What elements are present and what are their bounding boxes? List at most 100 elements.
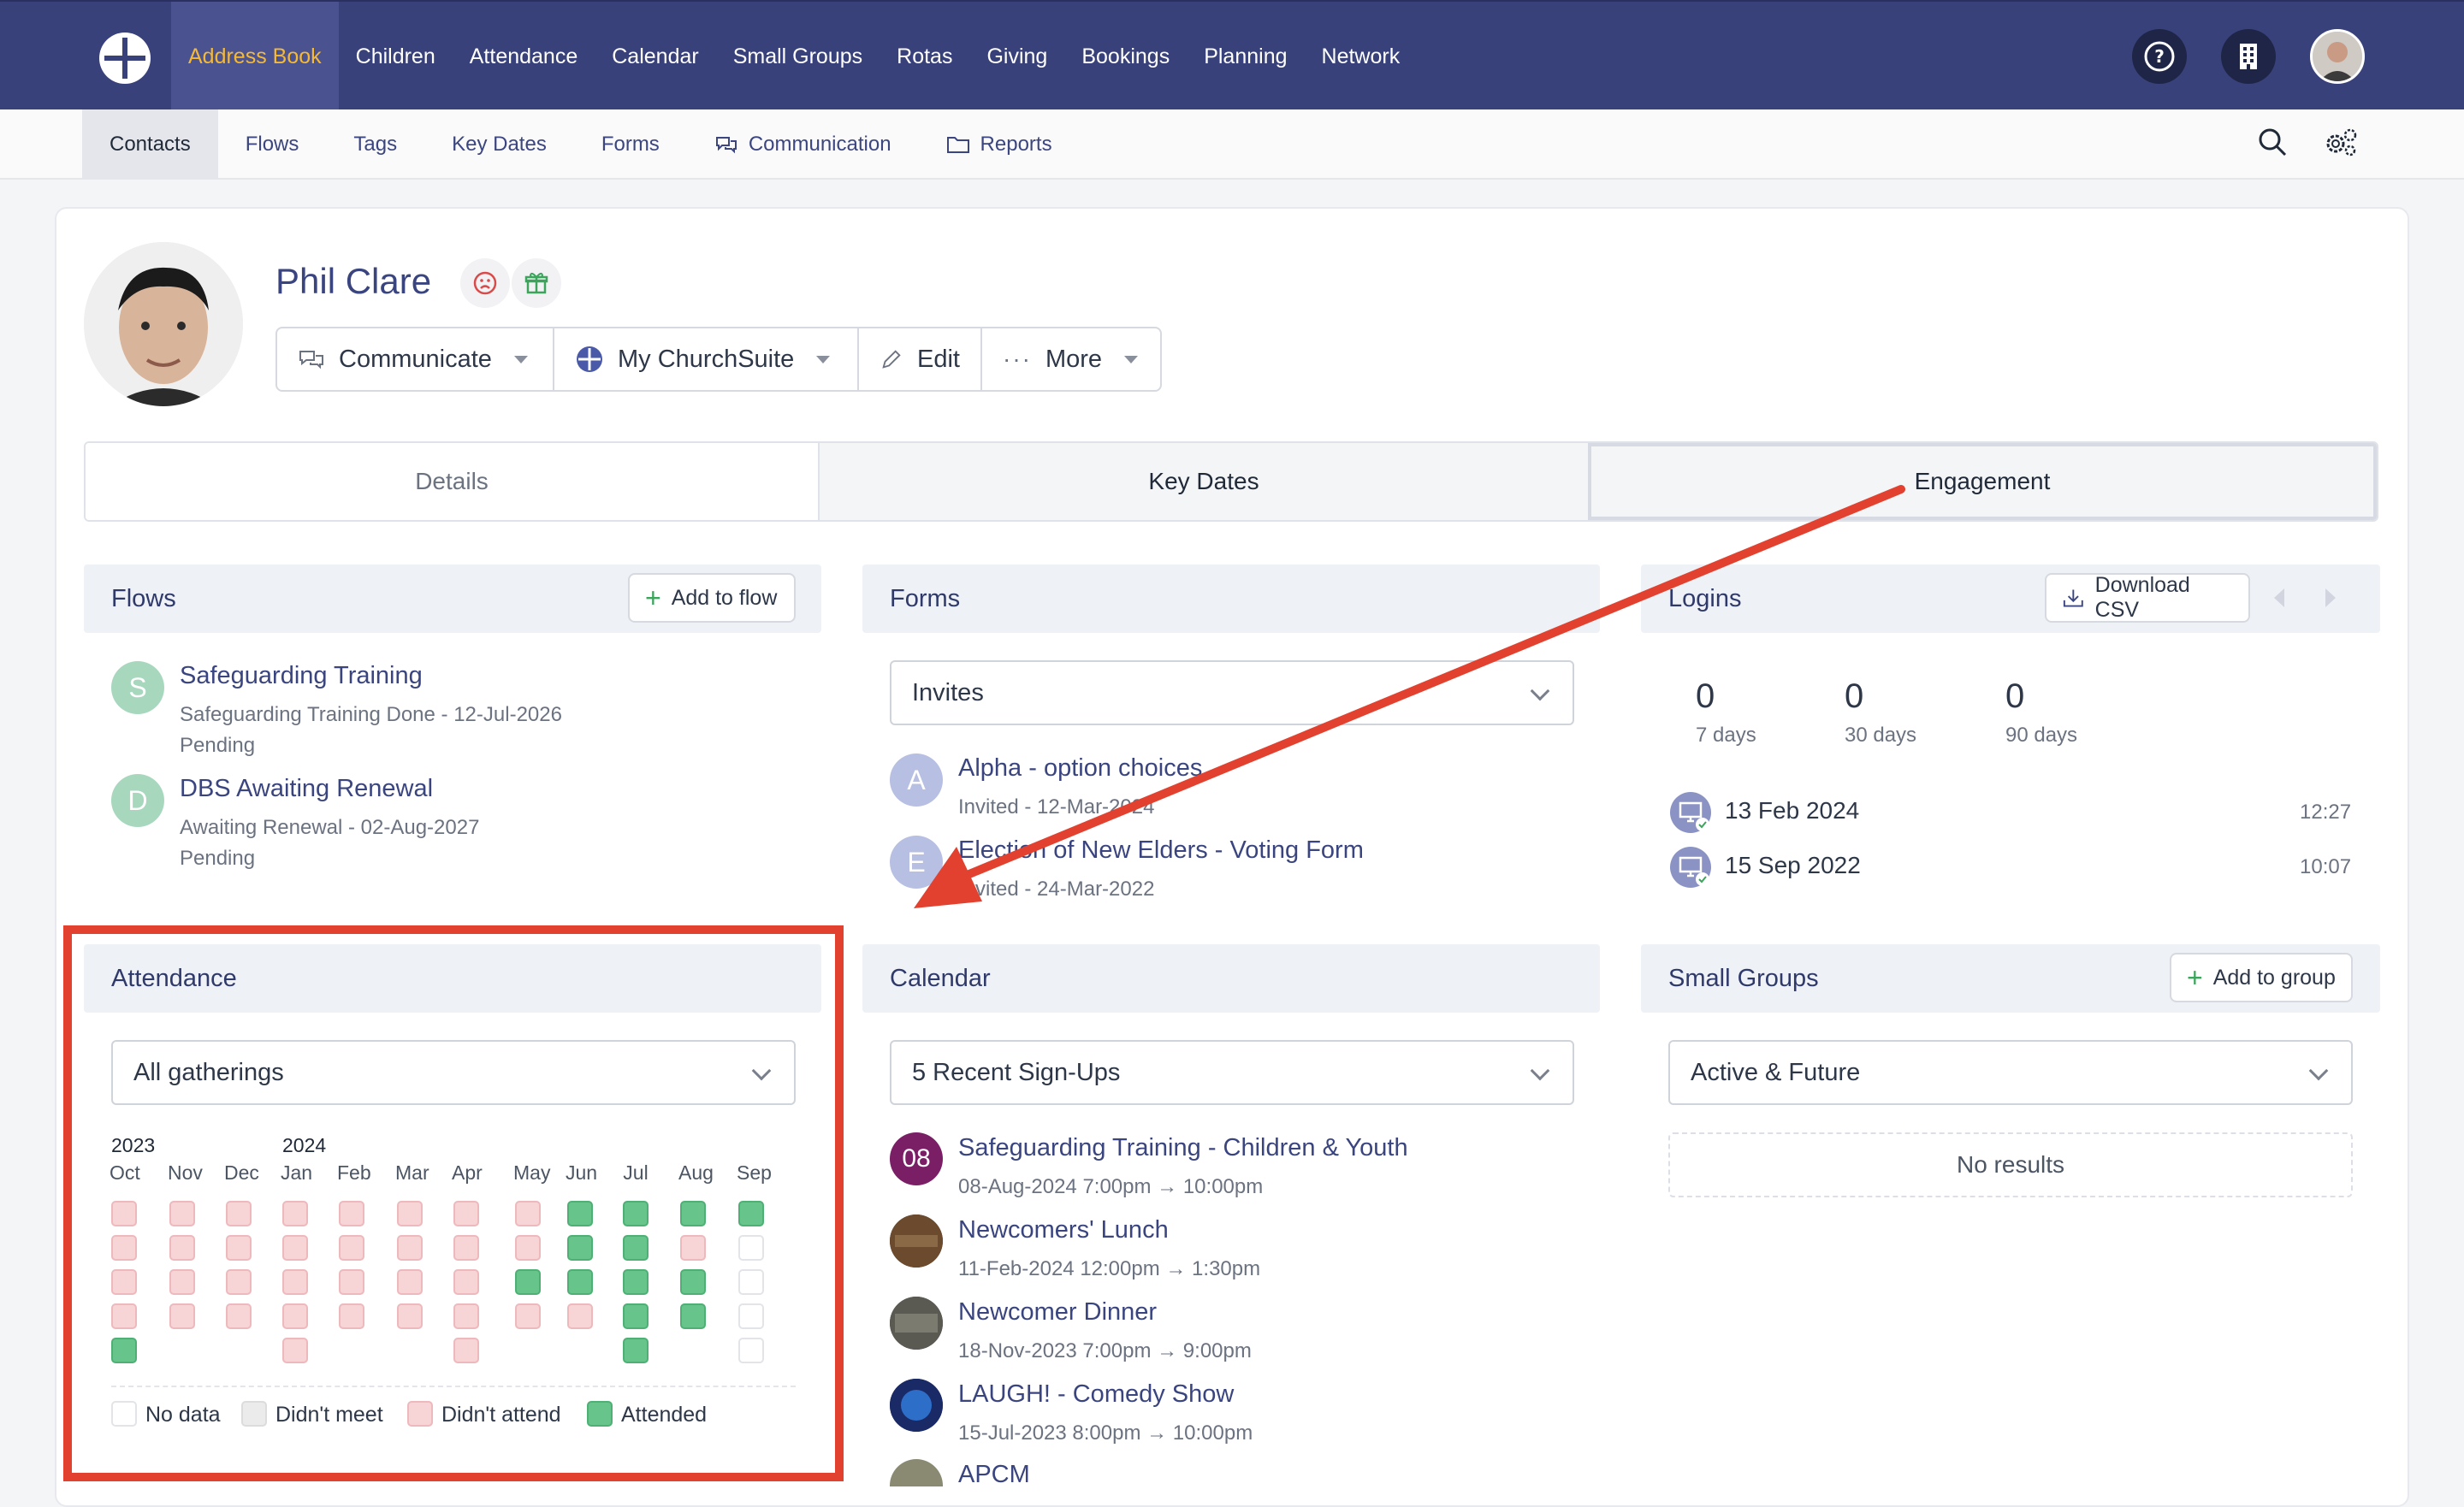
subnav-communication-label: Communication	[748, 133, 891, 156]
flow-link-safeguarding[interactable]: Safeguarding Training	[180, 662, 423, 690]
subnav-tags[interactable]: Tags	[326, 109, 424, 180]
chevron-down-icon	[513, 355, 528, 363]
edit-label: Edit	[917, 345, 960, 373]
event-detail: 11-Feb-2024 12:00pm → 1:30pm	[958, 1257, 1261, 1280]
attendance-highlight-box	[63, 925, 844, 1481]
form-link-election[interactable]: Election of New Elders - Voting Form	[958, 836, 1364, 865]
subnav-forms[interactable]: Forms	[574, 109, 687, 180]
flows-title: Flows	[111, 584, 176, 612]
next-arrow-icon[interactable]	[2325, 588, 2336, 607]
event-link[interactable]: Safeguarding Training - Children & Youth	[958, 1134, 1408, 1162]
user-avatar[interactable]	[2310, 29, 2365, 84]
sub-navigation: Contacts Flows Tags Key Dates Forms Comm…	[0, 109, 2464, 180]
flow-detail: Awaiting Renewal - 02-Aug-2027	[180, 816, 480, 839]
flow-detail: Safeguarding Training Done - 12-Jul-2026	[180, 703, 562, 726]
logins-90-days-label: 90 days	[2005, 724, 2078, 747]
flow-status: Pending	[180, 734, 256, 757]
search-icon[interactable]	[2255, 125, 2289, 163]
form-avatar: A	[890, 754, 943, 807]
newcomers-lunch-thumbnail	[890, 1214, 943, 1268]
subnav-reports[interactable]: Reports	[919, 109, 1080, 180]
download-csv-button[interactable]: Download CSV	[2045, 573, 2250, 623]
tab-details[interactable]: Details	[86, 443, 818, 520]
contact-name: Phil Clare	[275, 261, 432, 301]
gift-icon[interactable]	[512, 258, 561, 308]
subnav-key-dates[interactable]: Key Dates	[424, 109, 574, 180]
form-link-alpha[interactable]: Alpha - option choices	[958, 754, 1202, 783]
add-to-flow-label: Add to flow	[671, 585, 778, 610]
communicate-button[interactable]: Communicate	[277, 328, 554, 390]
tab-engagement[interactable]: Engagement	[1588, 443, 2377, 520]
calendar-header: Calendar	[862, 944, 1600, 1013]
event-detail: 18-Nov-2023 7:00pm → 9:00pm	[958, 1339, 1252, 1362]
no-results-message: No results	[1668, 1132, 2353, 1197]
topnav-bookings[interactable]: Bookings	[1064, 2, 1187, 111]
topnav-children[interactable]: Children	[339, 2, 453, 111]
event-link[interactable]: APCM	[958, 1461, 1030, 1489]
form-detail: Invited - 12-Mar-2024	[958, 795, 1155, 819]
newcomer-dinner-thumbnail	[890, 1297, 943, 1350]
chat-icon	[715, 137, 737, 154]
building-icon[interactable]	[2221, 29, 2276, 84]
topnav-rotas[interactable]: Rotas	[880, 2, 969, 111]
svg-text:?: ?	[2154, 46, 2165, 67]
calendar-filter-select[interactable]: 5 Recent Sign-Ups	[890, 1040, 1574, 1105]
plus-icon: +	[2187, 962, 2203, 993]
login-date: 15 Sep 2022	[1725, 852, 1861, 878]
chevron-down-icon	[816, 355, 831, 363]
edit-button[interactable]: Edit	[859, 328, 982, 390]
small-groups-title: Small Groups	[1668, 964, 1819, 992]
settings-gear-icon[interactable]	[2322, 125, 2360, 163]
chevron-down-icon	[1530, 1061, 1550, 1081]
top-navigation: Address Book Children Attendance Calenda…	[0, 0, 2464, 111]
login-time: 10:07	[2300, 855, 2352, 878]
topnav-planning[interactable]: Planning	[1187, 2, 1304, 111]
communicate-label: Communicate	[339, 345, 492, 373]
folder-icon	[946, 137, 969, 153]
groups-filter-select[interactable]: Active & Future	[1668, 1040, 2353, 1105]
logins-7-days-value: 0	[1696, 677, 1715, 715]
topnav-address-book[interactable]: Address Book	[171, 2, 339, 111]
sad-face-icon[interactable]	[460, 258, 510, 308]
add-to-group-label: Add to group	[2212, 965, 2336, 990]
event-link[interactable]: Newcomers' Lunch	[958, 1216, 1169, 1244]
flow-avatar: S	[111, 661, 164, 714]
event-link[interactable]: Newcomer Dinner	[958, 1298, 1157, 1327]
flow-link-dbs[interactable]: DBS Awaiting Renewal	[180, 775, 433, 803]
previous-arrow-icon[interactable]	[2274, 588, 2284, 607]
logins-30-days-label: 30 days	[1845, 724, 1917, 747]
event-detail: 15-Jul-2023 8:00pm → 10:00pm	[958, 1421, 1253, 1445]
my-churchsuite-button[interactable]: My ChurchSuite	[554, 328, 859, 390]
event-link[interactable]: LAUGH! - Comedy Show	[958, 1380, 1234, 1409]
add-to-group-button[interactable]: + Add to group	[2170, 953, 2353, 1002]
topnav-giving[interactable]: Giving	[969, 2, 1064, 111]
chevron-down-icon	[1124, 355, 1139, 363]
comedy-show-thumbnail	[890, 1379, 943, 1432]
subnav-flows[interactable]: Flows	[218, 109, 327, 180]
subnav-communication[interactable]: Communication	[687, 109, 919, 180]
topnav-calendar[interactable]: Calendar	[595, 2, 715, 111]
event-date-badge: 08	[890, 1132, 943, 1185]
form-avatar: E	[890, 836, 943, 889]
forms-filter-select[interactable]: Invites	[890, 660, 1574, 725]
churchsuite-logo-icon[interactable]	[98, 31, 152, 86]
help-icon[interactable]: ?	[2132, 29, 2187, 84]
plus-icon: +	[645, 582, 661, 613]
more-button[interactable]: ··· More	[982, 328, 1160, 390]
login-time: 12:27	[2300, 801, 2352, 824]
calendar-filter-value: 5 Recent Sign-Ups	[912, 1058, 1121, 1086]
profile-photo	[84, 242, 243, 406]
logins-header: Logins	[1641, 564, 2380, 633]
topnav-attendance[interactable]: Attendance	[453, 2, 595, 111]
ellipsis-icon: ···	[1003, 346, 1032, 372]
my-churchsuite-label: My ChurchSuite	[618, 345, 795, 373]
subnav-contacts[interactable]: Contacts	[82, 109, 218, 180]
flow-status: Pending	[180, 847, 256, 870]
topnav-small-groups[interactable]: Small Groups	[716, 2, 880, 111]
desktop-login-icon	[1670, 847, 1711, 888]
contact-action-bar: Communicate My ChurchSuite Edit ··· More	[275, 327, 1162, 392]
forms-header: Forms	[862, 564, 1600, 633]
tab-key-dates[interactable]: Key Dates	[818, 443, 1588, 520]
topnav-network[interactable]: Network	[1305, 2, 1418, 111]
add-to-flow-button[interactable]: + Add to flow	[628, 573, 796, 623]
